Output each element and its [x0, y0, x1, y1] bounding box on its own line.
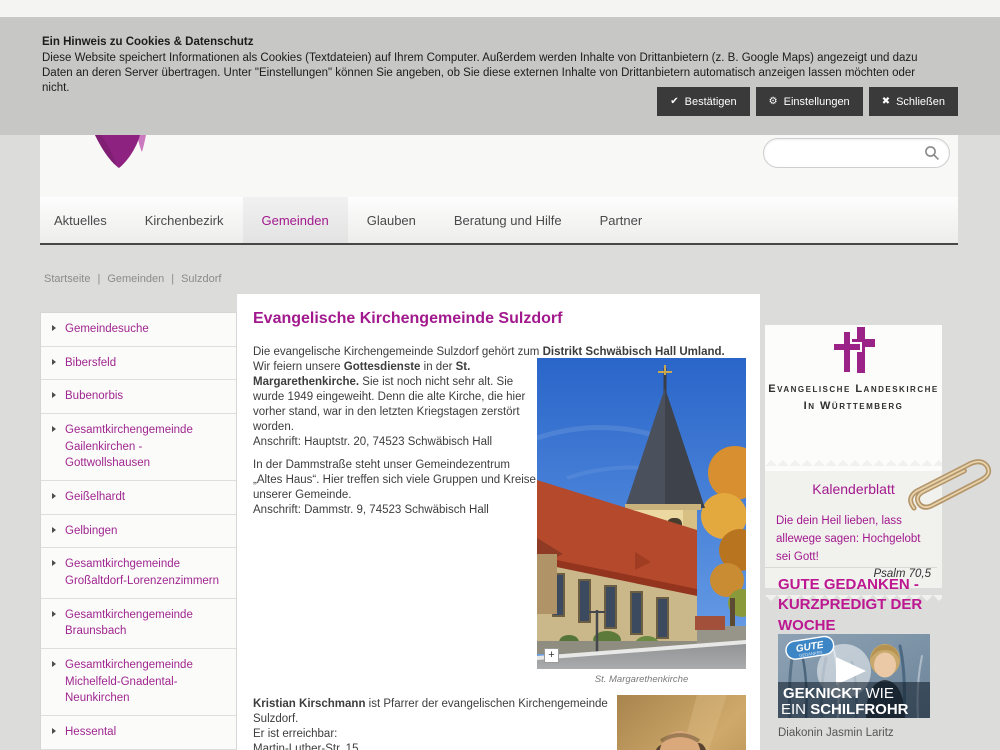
arrow-bullet-icon — [52, 325, 56, 331]
sidebar-item-hessental[interactable]: Hessental — [41, 716, 236, 750]
arrow-bullet-icon — [52, 560, 56, 566]
landeskirche-name-line1: Evangelische Landeskirche — [765, 381, 942, 398]
address-line: Martin-Luther-Str. 15 — [253, 742, 613, 750]
photo-zoom-button[interactable]: + — [544, 648, 559, 663]
kurzpredigt-heading[interactable]: GUTE GEDANKEN - KURZPREDIGT DER WOCHE — [778, 575, 940, 636]
sidebar-item-gemeindesuche[interactable]: Gemeindesuche — [41, 313, 236, 347]
main-content: Evangelische Kirchengemeinde Sulzdorf Di… — [237, 294, 760, 750]
church-photo[interactable] — [537, 358, 746, 669]
church-photo-figure: + St. Margarethenkirche — [537, 358, 746, 685]
breadcrumb-gemeinden[interactable]: Gemeinden — [107, 273, 164, 285]
check-icon: ✔ — [670, 97, 678, 107]
cookie-close-button[interactable]: ✖ Schließen — [869, 87, 958, 116]
sidebar-item-bibersfeld[interactable]: Bibersfeld — [41, 347, 236, 381]
site-logo-icon[interactable] — [93, 135, 163, 174]
sidebar-item-geisselhardt[interactable]: Geißelhardt — [41, 481, 236, 515]
cookie-banner: Ein Hinweis zu Cookies & Datenschutz Die… — [0, 17, 1000, 135]
main-nav: Aktuelles Kirchenbezirk Gemeinden Glaube… — [40, 197, 958, 245]
page-title: Evangelische Kirchengemeinde Sulzdorf — [253, 310, 562, 328]
landeskirche-cross-icon — [831, 325, 877, 375]
intro-paragraph: Wir feiern unsere Gottesdienste in der S… — [253, 360, 537, 450]
nav-item-kirchenbezirk[interactable]: Kirchenbezirk — [126, 197, 243, 243]
arrow-bullet-icon — [52, 493, 56, 499]
arrow-bullet-icon — [52, 661, 56, 667]
arrow-bullet-icon — [52, 392, 56, 398]
pastor-photo — [617, 695, 746, 750]
gemeinden-sidebar: Gemeindesuche Bibersfeld Bubenorbis Gesa… — [40, 312, 237, 750]
cookie-banner-title: Ein Hinweis zu Cookies & Datenschutz — [42, 36, 254, 48]
breadcrumb: Startseite | Gemeinden | Sulzdorf — [42, 273, 223, 285]
breadcrumb-separator: | — [171, 273, 174, 285]
cookie-settings-label: Einstellungen — [784, 96, 850, 108]
cookie-confirm-button[interactable]: ✔ Bestätigen — [657, 87, 749, 116]
arrow-bullet-icon — [52, 728, 56, 734]
breadcrumb-startseite[interactable]: Startseite — [44, 273, 90, 285]
nav-item-aktuelles[interactable]: Aktuelles — [40, 197, 126, 243]
address-line: Anschrift: Dammstr. 9, 74523 Schwäbisch … — [253, 503, 537, 518]
address-line: Anschrift: Hauptstr. 20, 74523 Schwäbisc… — [253, 435, 537, 450]
site-header — [40, 135, 958, 197]
close-icon: ✖ — [882, 97, 890, 107]
landeskirche-panel: Evangelische Landeskirche In Württemberg… — [765, 325, 942, 580]
paperclip-icon — [903, 455, 1000, 519]
nav-item-gemeinden[interactable]: Gemeinden — [243, 197, 348, 243]
right-column: Evangelische Landeskirche In Württemberg… — [765, 305, 942, 580]
sidebar-item-gelbingen[interactable]: Gelbingen — [41, 515, 236, 549]
arrow-bullet-icon — [52, 527, 56, 533]
sidebar-item-gailenkirchen[interactable]: Gesamtkirchengemeinde Gailenkirchen - Go… — [41, 414, 236, 481]
arrow-bullet-icon — [52, 611, 56, 617]
page-root: Ein Hinweis zu Cookies & Datenschutz Die… — [0, 0, 1000, 750]
video-thumbnail[interactable]: GUTE GEDANKEN GEKNICKT WIE EIN SCHILFROH… — [778, 634, 930, 718]
search-icon[interactable] — [924, 145, 940, 166]
video-title-line1: GEKNICKT WIE — [783, 685, 894, 702]
gear-icon: ⚙ — [769, 97, 778, 107]
sidebar-item-michelfeld[interactable]: Gesamtkirchengemeinde Michelfeld-Gnadent… — [41, 649, 236, 716]
page-top-strip — [0, 0, 1000, 17]
cookie-confirm-label: Bestätigen — [685, 96, 737, 108]
church-photo-caption: St. Margarethenkirche — [537, 674, 746, 685]
breadcrumb-separator: | — [97, 273, 100, 285]
kalenderblatt-quote: Die dein Heil lieben, lass allewege sage… — [776, 513, 931, 566]
arrow-bullet-icon — [52, 426, 56, 432]
cookie-settings-button[interactable]: ⚙ Einstellungen — [756, 87, 863, 116]
right-column-divider — [765, 567, 937, 568]
breadcrumb-sulzdorf: Sulzdorf — [181, 273, 221, 285]
gemeindezentrum-paragraph: In der Dammstraße steht unser Gemeindeze… — [253, 458, 537, 518]
pastor-paragraph: Kristian Kirschmann ist Pfarrer der evan… — [253, 697, 613, 727]
cookie-close-label: Schließen — [896, 96, 945, 108]
sidebar-item-grossaltdorf[interactable]: Gesamtkirchgemeinde Großaltdorf-Lorenzen… — [41, 548, 236, 598]
sidebar-item-bubenorbis[interactable]: Bubenorbis — [41, 380, 236, 414]
landeskirche-name-line2: In Württemberg — [765, 398, 942, 415]
cookie-banner-buttons: ✔ Bestätigen ⚙ Einstellungen ✖ Schließen — [651, 87, 958, 116]
pastor-contact: Er ist erreichbar:Martin-Luther-Str. 15 — [253, 727, 613, 750]
video-caption: Diakonin Jasmin Laritz — [778, 727, 894, 739]
nav-item-beratung[interactable]: Beratung und Hilfe — [435, 197, 581, 243]
search-box — [763, 138, 950, 168]
nav-item-glauben[interactable]: Glauben — [348, 197, 435, 243]
nav-item-partner[interactable]: Partner — [581, 197, 662, 243]
video-title-line2: EIN SCHILFROHR — [781, 701, 909, 718]
search-input[interactable] — [777, 142, 921, 164]
arrow-bullet-icon — [52, 359, 56, 365]
sidebar-item-braunsbach[interactable]: Gesamtkirchengemeinde Braunsbach — [41, 599, 236, 649]
